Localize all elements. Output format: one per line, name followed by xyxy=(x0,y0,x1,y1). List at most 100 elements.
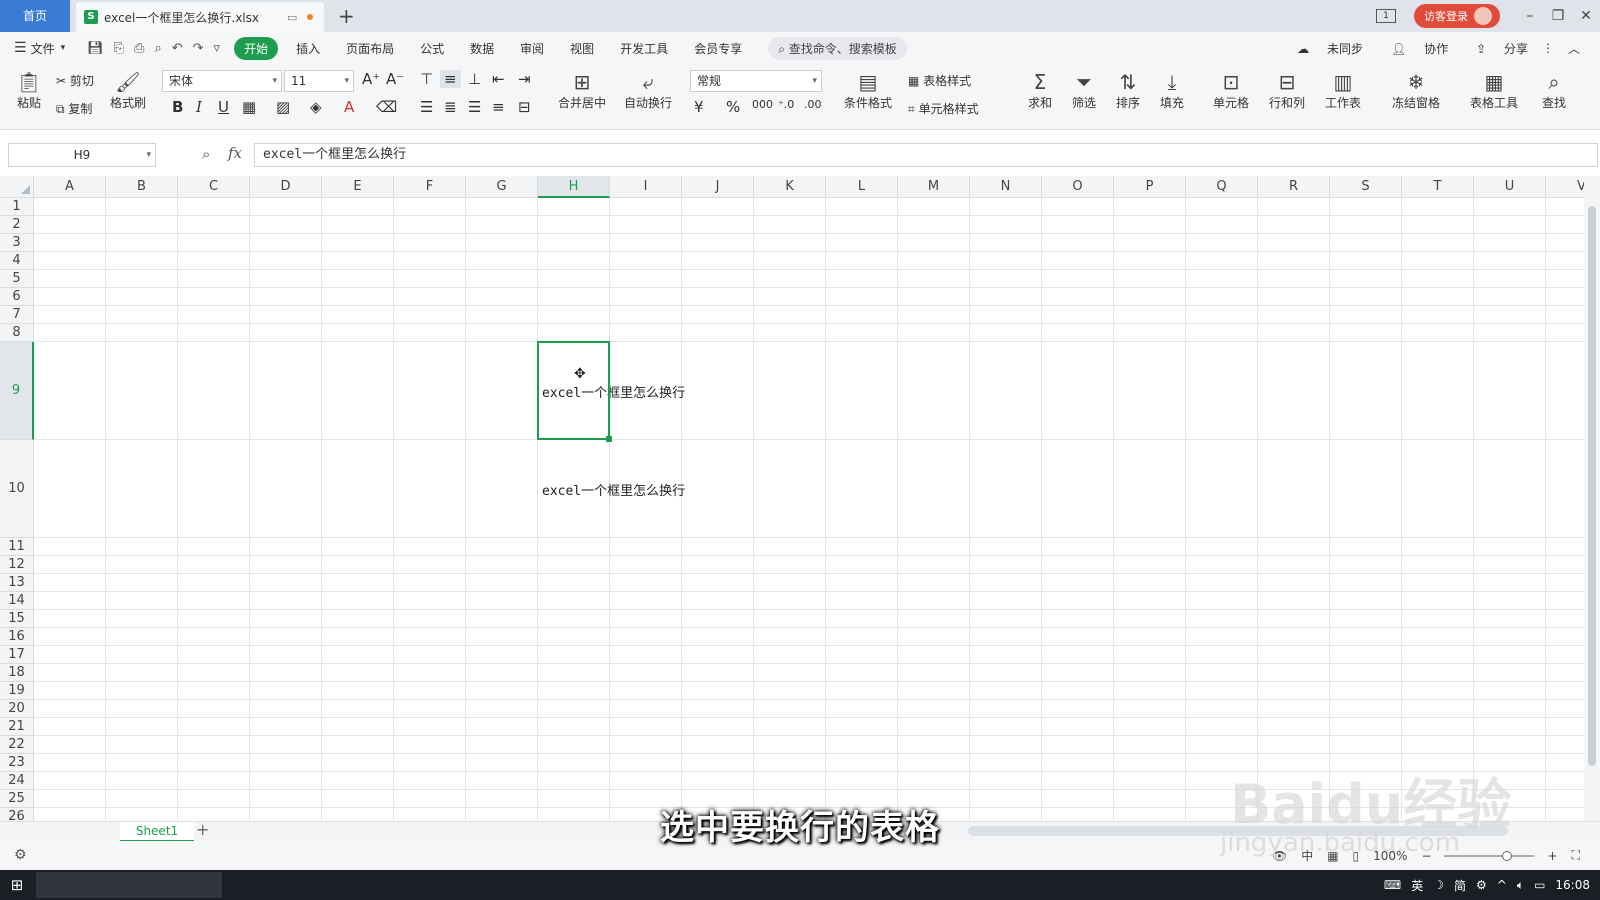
column-header-m[interactable]: M xyxy=(898,176,970,198)
file-menu[interactable]: ☰ 文件 ▾ xyxy=(14,40,65,57)
minimize-icon[interactable]: – xyxy=(1516,8,1544,24)
column-header-c[interactable]: C xyxy=(178,176,250,198)
font-color-icon[interactable]: A xyxy=(344,98,354,116)
align-top-icon[interactable]: ⊤ xyxy=(420,70,433,88)
fill-color-icon[interactable]: ◈ xyxy=(310,98,322,116)
zoom-slider-handle[interactable] xyxy=(1501,850,1512,861)
row-header-18[interactable]: 18 xyxy=(0,664,34,682)
row-header-12[interactable]: 12 xyxy=(0,556,34,574)
volume-icon[interactable]: 🔈︎ xyxy=(1517,878,1524,893)
column-header-a[interactable]: A xyxy=(34,176,106,198)
column-header-i[interactable]: I xyxy=(610,176,682,198)
print-icon[interactable]: ⎙ xyxy=(134,41,144,56)
column-header-p[interactable]: P xyxy=(1114,176,1186,198)
row-header-19[interactable]: 19 xyxy=(0,682,34,700)
row-header-15[interactable]: 15 xyxy=(0,610,34,628)
row-header-23[interactable]: 23 xyxy=(0,754,34,772)
merge-center-button[interactable]: ⊞ 合并居中 xyxy=(552,70,612,111)
undo-icon[interactable]: ↶ xyxy=(172,41,183,56)
align-middle-icon[interactable]: ≡ xyxy=(440,70,461,88)
add-sheet-button[interactable]: + xyxy=(196,820,209,839)
underline-icon[interactable]: U xyxy=(218,98,229,116)
distribute-icon[interactable]: ⊟ xyxy=(518,98,531,116)
find-button[interactable]: ⌕ 查找 xyxy=(1534,70,1574,111)
fill-button[interactable]: ⤓ 填充 xyxy=(1154,70,1190,111)
tab-page-layout[interactable]: 页面布局 xyxy=(346,40,394,57)
bold-icon[interactable]: B xyxy=(172,98,183,116)
row-header-11[interactable]: 11 xyxy=(0,538,34,556)
home-tab[interactable]: 首页 xyxy=(0,0,70,32)
fill-pattern-icon[interactable]: ▨ xyxy=(276,98,290,116)
font-size-select[interactable]: 11 ▾ xyxy=(284,70,354,92)
row-header-6[interactable]: 6 xyxy=(0,288,34,306)
macro-icon[interactable]: ⚙ xyxy=(14,847,27,863)
thousands-icon[interactable]: 000 xyxy=(752,98,773,111)
column-header-o[interactable]: O xyxy=(1042,176,1114,198)
outdent-icon[interactable]: ⇤ xyxy=(492,70,505,88)
row-header-3[interactable]: 3 xyxy=(0,234,34,252)
monitor-icon[interactable]: ▭ xyxy=(287,11,297,24)
more-icon[interactable]: ⋮ xyxy=(1542,41,1554,55)
tab-data[interactable]: 数据 xyxy=(470,40,494,57)
ime-language[interactable]: 英 xyxy=(1411,877,1423,894)
column-header-s[interactable]: S xyxy=(1330,176,1402,198)
network-icon[interactable]: ▭ xyxy=(1534,878,1545,892)
column-header-b[interactable]: B xyxy=(106,176,178,198)
copy-button[interactable]: ⧉ 复制 xyxy=(56,100,92,117)
taskbar-app-area[interactable] xyxy=(36,872,222,898)
conditional-format-button[interactable]: ▤ 条件格式 xyxy=(836,70,900,111)
row-col-button[interactable]: ⊟ 行和列 xyxy=(1262,70,1312,111)
row-header-16[interactable]: 16 xyxy=(0,628,34,646)
indent-icon[interactable]: ⇥ xyxy=(518,70,531,88)
row-header-17[interactable]: 17 xyxy=(0,646,34,664)
sum-button[interactable]: Σ 求和 xyxy=(1022,70,1058,111)
row-header-8[interactable]: 8 xyxy=(0,324,34,342)
font-name-select[interactable]: 宋体 ▾ xyxy=(162,70,282,92)
increase-decimal-icon[interactable]: ⁺.0 xyxy=(778,98,794,111)
export-icon[interactable]: ⎘ xyxy=(114,41,124,56)
freeze-panes-button[interactable]: ❄ 冻结窗格 xyxy=(1384,70,1448,111)
column-header-e[interactable]: E xyxy=(322,176,394,198)
row-header-7[interactable]: 7 xyxy=(0,306,34,324)
row-header-14[interactable]: 14 xyxy=(0,592,34,610)
format-painter-button[interactable]: 🖌︎ 格式刷 xyxy=(108,70,148,111)
align-left-icon[interactable]: ☰ xyxy=(420,98,433,116)
column-header-f[interactable]: F xyxy=(394,176,466,198)
column-header-k[interactable]: K xyxy=(754,176,826,198)
justify-icon[interactable]: ≡ xyxy=(492,98,505,116)
collab-button[interactable]: 👤︎ 协作 xyxy=(1377,40,1448,57)
row-header-24[interactable]: 24 xyxy=(0,772,34,790)
zoom-formula-icon[interactable]: ⌕ xyxy=(202,145,210,163)
table-tools-button[interactable]: ▦ 表格工具 xyxy=(1462,70,1526,111)
redo-icon[interactable]: ↷ xyxy=(193,41,204,56)
column-header-d[interactable]: D xyxy=(250,176,322,198)
windows-start-icon[interactable]: ⊞ xyxy=(0,870,34,900)
row-header-2[interactable]: 2 xyxy=(0,216,34,234)
row-header-21[interactable]: 21 xyxy=(0,718,34,736)
row-header-4[interactable]: 4 xyxy=(0,252,34,270)
cell-h10-text[interactable]: excel一个框里怎么换行 xyxy=(542,480,685,499)
row-header-5[interactable]: 5 xyxy=(0,270,34,288)
layout-switch-icon[interactable]: 1 xyxy=(1376,9,1396,23)
fullscreen-icon[interactable]: ⛶ xyxy=(1572,848,1580,863)
worksheet-button[interactable]: ▥ 工作表 xyxy=(1318,70,1368,111)
border-icon[interactable]: ▦ xyxy=(242,98,256,116)
align-center-icon[interactable]: ≣ xyxy=(444,98,457,116)
command-search[interactable]: ⌕ 查找命令、搜索模板 xyxy=(768,36,907,60)
restore-icon[interactable]: ❐ xyxy=(1544,8,1572,24)
vertical-scroll-thumb[interactable] xyxy=(1588,206,1596,766)
row-header-26[interactable]: 26 xyxy=(0,808,34,821)
select-all-corner[interactable] xyxy=(0,176,34,198)
tray-chevron-up-icon[interactable]: ^ xyxy=(1497,878,1507,892)
row-header-20[interactable]: 20 xyxy=(0,700,34,718)
filter-button[interactable]: ⏷ 筛选 xyxy=(1066,70,1102,111)
zoom-in-icon[interactable]: + xyxy=(1548,849,1558,863)
moon-icon[interactable]: ☽ xyxy=(1433,878,1444,892)
print-preview-icon[interactable]: ⌕ xyxy=(154,41,161,56)
column-header-n[interactable]: N xyxy=(970,176,1042,198)
settings-icon[interactable]: ⚙ xyxy=(1476,878,1487,892)
column-header-u[interactable]: U xyxy=(1474,176,1546,198)
align-bottom-icon[interactable]: ⊥ xyxy=(468,70,481,88)
currency-icon[interactable]: ¥ xyxy=(694,98,704,116)
cell-style-button[interactable]: ⌗ 单元格样式 xyxy=(908,100,979,117)
